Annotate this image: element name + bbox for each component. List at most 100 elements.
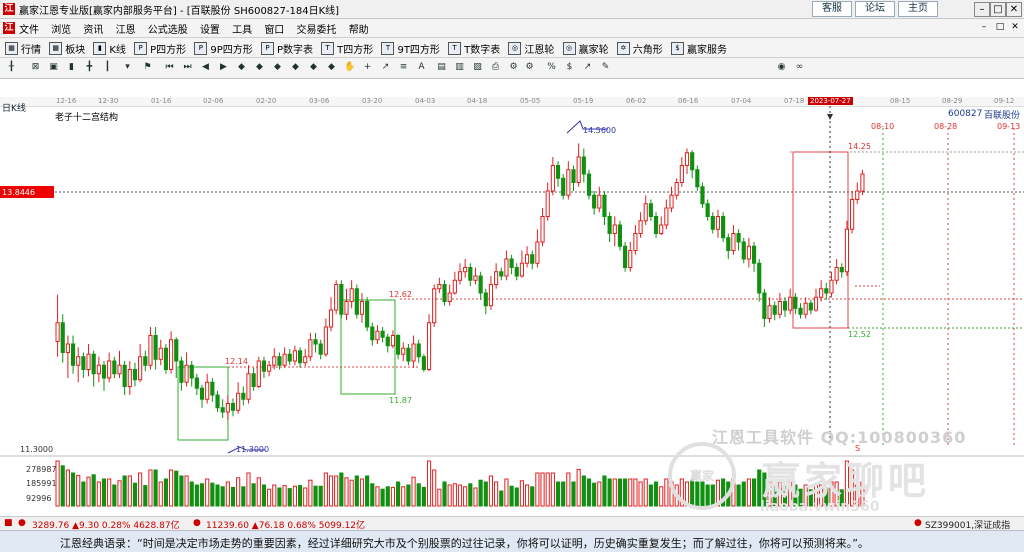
diamond-tool-icon[interactable]: ◆ [236, 62, 247, 73]
volume-bar [148, 469, 153, 507]
menu-tools[interactable]: 工具 [232, 25, 252, 36]
candle-body [524, 254, 530, 264]
diamond-tool-icon[interactable]: ◆ [326, 62, 337, 73]
candle-body [705, 203, 710, 217]
tool-kline[interactable]: ▮ K线 [93, 41, 126, 56]
forum-link[interactable]: 论坛 [855, 1, 895, 17]
arrow-tool-icon[interactable]: ↗ [582, 62, 593, 73]
volume-bar [194, 484, 199, 507]
volume-bar [313, 485, 318, 507]
candle-body [236, 392, 241, 411]
bar-tool-icon[interactable]: ▮ [66, 62, 77, 73]
first-tool-icon[interactable]: ⏮ [164, 62, 175, 73]
ohlc-tool-icon[interactable]: ┃ [102, 62, 113, 73]
volume-bar [76, 474, 81, 507]
gear-tool-icon[interactable]: ⚙ [508, 62, 519, 73]
volume-bar [91, 474, 96, 507]
candle-tool-icon[interactable]: ╋ [84, 62, 95, 73]
volume-bar [86, 476, 91, 507]
tool-p-square[interactable]: P P四方形 [134, 41, 186, 56]
menu-help[interactable]: 帮助 [349, 25, 369, 36]
pen-tool-icon[interactable]: ✎ [600, 62, 611, 73]
service-link[interactable]: 客服 [812, 1, 852, 17]
last-tool-icon[interactable]: ⏭ [182, 62, 193, 73]
close-button[interactable]: ✕ [1006, 2, 1022, 17]
save-tool-icon[interactable]: ▣ [48, 62, 59, 73]
volume-bar [380, 488, 385, 507]
tool-t-table[interactable]: T T数字表 [448, 41, 500, 56]
candle-body [581, 156, 586, 175]
menu-info[interactable]: 资讯 [83, 25, 103, 36]
tool-9p-square[interactable]: P 9P四方形 [194, 41, 253, 56]
gann-quote: 江恩经典语录：“时间是决定市场走势的重要因素，经过详细研究大市及个别股票的过往记… [60, 537, 869, 550]
volume-bar [514, 487, 519, 507]
tool-service[interactable]: $ 赢家服务 [670, 41, 727, 56]
candle-body [653, 216, 659, 234]
infinity-icon[interactable]: ∞ [794, 62, 805, 73]
candle-body [777, 301, 782, 315]
candle-body [468, 267, 473, 281]
maximize-button[interactable]: □ [990, 2, 1006, 17]
prev-tool-icon[interactable]: ◀ [200, 62, 211, 73]
cursor-tool-icon[interactable]: ╂ [6, 62, 17, 73]
settings-tool-icon[interactable]: ⚙ [524, 62, 535, 73]
candle-body [70, 343, 76, 366]
volume-bar [169, 469, 174, 507]
menu-window[interactable]: 窗口 [264, 25, 284, 36]
zoom-tool-icon[interactable]: ⊠ [30, 62, 41, 73]
tool-p-table[interactable]: P P数字表 [260, 41, 313, 56]
menu-trade[interactable]: 交易委托 [297, 25, 337, 36]
diamond-tool-icon[interactable]: ◆ [254, 62, 265, 73]
diamond-tool-icon[interactable]: ◆ [272, 62, 283, 73]
candle-body [844, 228, 850, 273]
percent-tool-icon[interactable]: % [546, 62, 557, 73]
diamond-tool-icon[interactable]: ◆ [290, 62, 301, 73]
tool-winner-wheel[interactable]: ◎ 赢家轮 [562, 41, 609, 56]
tool-t-square[interactable]: T T四方形 [321, 41, 373, 56]
tool-gann-wheel[interactable]: ◎ 江恩轮 [508, 41, 554, 56]
dollar-tool-icon[interactable]: $ [564, 62, 575, 73]
menu-file[interactable]: 文件 [19, 25, 39, 36]
menu-formula[interactable]: 公式选股 [148, 25, 188, 36]
channel-tool-icon[interactable]: ≡ [398, 62, 409, 73]
candle-body [189, 364, 194, 379]
candle-body [736, 233, 741, 243]
window-title: 赢家江恩专业版[赢家内部服务平台] - [百联股份 SH600827-184日K… [19, 6, 340, 17]
window-tool-icon[interactable]: ▧ [472, 62, 483, 73]
child-close-button[interactable]: ✕ [1009, 22, 1021, 33]
tool-hexagon[interactable]: ✡ 六角形 [616, 41, 663, 56]
menu-settings[interactable]: 设置 [200, 25, 220, 36]
tool-label: T四方形 [337, 45, 374, 56]
volume-bar [339, 472, 344, 507]
p-icon: P [194, 42, 208, 55]
next-tool-icon[interactable]: ▶ [218, 62, 229, 73]
volume-bar [623, 478, 628, 507]
tool-quote[interactable]: ▦ 行情 [5, 41, 41, 56]
candle-body [597, 194, 602, 209]
diamond-tool-icon[interactable]: ◆ [308, 62, 319, 73]
watermark-site: liaoba.vwin360 [760, 499, 880, 515]
volume-bar [101, 478, 107, 507]
candle-body [437, 284, 442, 290]
home-link[interactable]: 主页 [898, 1, 938, 17]
text-tool-icon[interactable]: A [416, 62, 427, 73]
child-minimize-button[interactable]: – [978, 22, 990, 33]
date-label: 09-12 [994, 97, 1015, 105]
menu-gann[interactable]: 江恩 [116, 25, 136, 36]
calc-tool-icon[interactable]: ▤ [436, 62, 447, 73]
disk-tool-icon[interactable]: ▥ [454, 62, 465, 73]
minimize-button[interactable]: – [974, 2, 990, 17]
line-tool-icon[interactable]: ▾ [122, 62, 133, 73]
trend-tool-icon[interactable]: ↗ [380, 62, 391, 73]
child-maximize-button[interactable]: □ [994, 22, 1006, 33]
menu-browse[interactable]: 浏览 [51, 25, 71, 36]
tool-9t-square[interactable]: T 9T四方形 [381, 41, 440, 56]
candle-body [354, 288, 359, 315]
color-wheel-icon[interactable]: ◉ [776, 62, 787, 73]
volume-bar [132, 482, 138, 507]
flag-tool-icon[interactable]: ⚑ [142, 62, 153, 73]
print-tool-icon[interactable]: ⎙ [490, 62, 501, 73]
tool-sector[interactable]: ▦ 板块 [49, 41, 85, 56]
crosshair-tool-icon[interactable]: + [362, 62, 373, 73]
hand-tool-icon[interactable]: ✋ [344, 62, 355, 73]
